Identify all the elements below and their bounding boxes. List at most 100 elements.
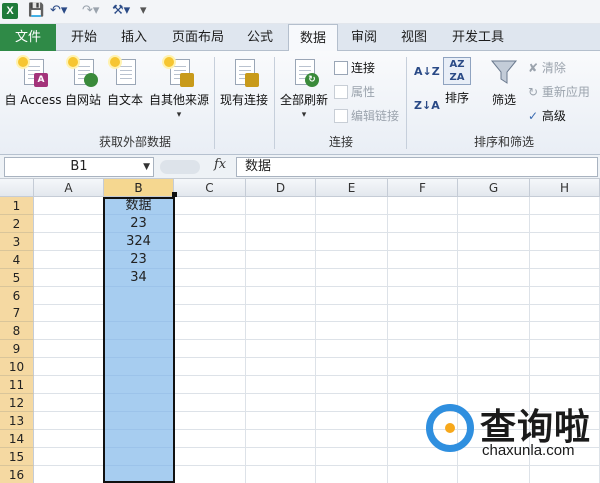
cell-b15[interactable] (104, 447, 174, 466)
redo-icon[interactable]: ↷▾ (82, 3, 99, 19)
cell-d6[interactable] (246, 286, 316, 305)
cell-f3[interactable] (388, 232, 458, 251)
cell-f1[interactable] (388, 197, 458, 215)
from-access-button[interactable]: A 自 Access (4, 57, 62, 108)
cell-f7[interactable] (388, 304, 458, 323)
cell-g2[interactable] (458, 214, 530, 233)
save-icon[interactable]: 💾 (28, 3, 44, 19)
cell-d8[interactable] (246, 322, 316, 341)
cell-a15[interactable] (34, 447, 104, 466)
cell-a2[interactable] (34, 214, 104, 233)
cell-a8[interactable] (34, 322, 104, 341)
cell-e10[interactable] (316, 358, 388, 377)
cell-c9[interactable] (174, 340, 246, 359)
cell-d11[interactable] (246, 376, 316, 394)
cell-c12[interactable] (174, 393, 246, 412)
edit-links-button[interactable]: 编辑链接 (334, 107, 399, 124)
row-header[interactable]: 11 (0, 376, 34, 394)
cell-h4[interactable] (530, 250, 600, 269)
row-header[interactable]: 7 (0, 304, 34, 323)
cell-c7[interactable] (174, 304, 246, 323)
cell-h5[interactable] (530, 268, 600, 287)
cell-e16[interactable] (316, 465, 388, 483)
row-header[interactable]: 14 (0, 429, 34, 448)
cell-h2[interactable] (530, 214, 600, 233)
row-header[interactable]: 16 (0, 465, 34, 483)
cell-c4[interactable] (174, 250, 246, 269)
cell-g8[interactable] (458, 322, 530, 341)
cell-e3[interactable] (316, 232, 388, 251)
cell-a4[interactable] (34, 250, 104, 269)
cell-e12[interactable] (316, 393, 388, 412)
clear-button[interactable]: ✘ 清除 (528, 59, 566, 76)
cell-e5[interactable] (316, 268, 388, 287)
row-header[interactable]: 15 (0, 447, 34, 466)
cell-g9[interactable] (458, 340, 530, 359)
row-header[interactable]: 13 (0, 411, 34, 430)
cell-a13[interactable] (34, 411, 104, 430)
cell-a10[interactable] (34, 358, 104, 377)
row-header[interactable]: 5 (0, 268, 34, 287)
tab-developer[interactable]: 开发工具 (442, 24, 514, 51)
cell-d10[interactable] (246, 358, 316, 377)
cell-b10[interactable] (104, 358, 174, 377)
cell-e11[interactable] (316, 376, 388, 394)
cell-e13[interactable] (316, 411, 388, 430)
cell-e8[interactable] (316, 322, 388, 341)
cell-d5[interactable] (246, 268, 316, 287)
cell-a16[interactable] (34, 465, 104, 483)
from-web-button[interactable]: 自网站 (64, 57, 102, 108)
cell-c8[interactable] (174, 322, 246, 341)
row-header[interactable]: 1 (0, 197, 34, 215)
column-header-e[interactable]: E (316, 179, 388, 197)
cell-e1[interactable] (316, 197, 388, 215)
cell-e9[interactable] (316, 340, 388, 359)
cell-g7[interactable] (458, 304, 530, 323)
cell-a14[interactable] (34, 429, 104, 448)
row-header[interactable]: 10 (0, 358, 34, 377)
row-header[interactable]: 12 (0, 393, 34, 412)
cell-c11[interactable] (174, 376, 246, 394)
cell-a11[interactable] (34, 376, 104, 394)
cell-a6[interactable] (34, 286, 104, 305)
cell-f8[interactable] (388, 322, 458, 341)
column-header-b[interactable]: B (104, 179, 174, 197)
cell-d12[interactable] (246, 393, 316, 412)
chevron-down-icon[interactable]: ▼ (143, 158, 150, 176)
cell-h9[interactable] (530, 340, 600, 359)
customize-toolbar-icon[interactable]: ▾ (140, 3, 147, 19)
refresh-all-button[interactable]: ↻ 全部刷新 ▾ (278, 57, 330, 120)
cell-a3[interactable] (34, 232, 104, 251)
cell-b9[interactable] (104, 340, 174, 359)
cell-a7[interactable] (34, 304, 104, 323)
cell-d1[interactable] (246, 197, 316, 215)
cell-g3[interactable] (458, 232, 530, 251)
cell-h7[interactable] (530, 304, 600, 323)
cell-h10[interactable] (530, 358, 600, 377)
sort-az-button[interactable]: A↓Z (414, 65, 440, 78)
tab-view[interactable]: 视图 (392, 24, 436, 51)
cell-h6[interactable] (530, 286, 600, 305)
cell-b8[interactable] (104, 322, 174, 341)
cell-e14[interactable] (316, 429, 388, 448)
cell-c10[interactable] (174, 358, 246, 377)
cell-b6[interactable] (104, 286, 174, 305)
cell-e7[interactable] (316, 304, 388, 323)
cell-a9[interactable] (34, 340, 104, 359)
cell-f9[interactable] (388, 340, 458, 359)
cell-b16[interactable] (104, 465, 174, 483)
cell-e15[interactable] (316, 447, 388, 466)
properties-button[interactable]: 属性 (334, 83, 375, 100)
cell-c13[interactable] (174, 411, 246, 430)
cell-f4[interactable] (388, 250, 458, 269)
cell-c5[interactable] (174, 268, 246, 287)
cell-b11[interactable] (104, 376, 174, 394)
advanced-button[interactable]: ✓ 高级 (528, 107, 566, 124)
cell-h3[interactable] (530, 232, 600, 251)
cell-a1[interactable] (34, 197, 104, 215)
tab-page-layout[interactable]: 页面布局 (164, 24, 232, 51)
row-header[interactable]: 8 (0, 322, 34, 341)
cell-a12[interactable] (34, 393, 104, 412)
row-header[interactable]: 9 (0, 340, 34, 359)
cell-b12[interactable] (104, 393, 174, 412)
